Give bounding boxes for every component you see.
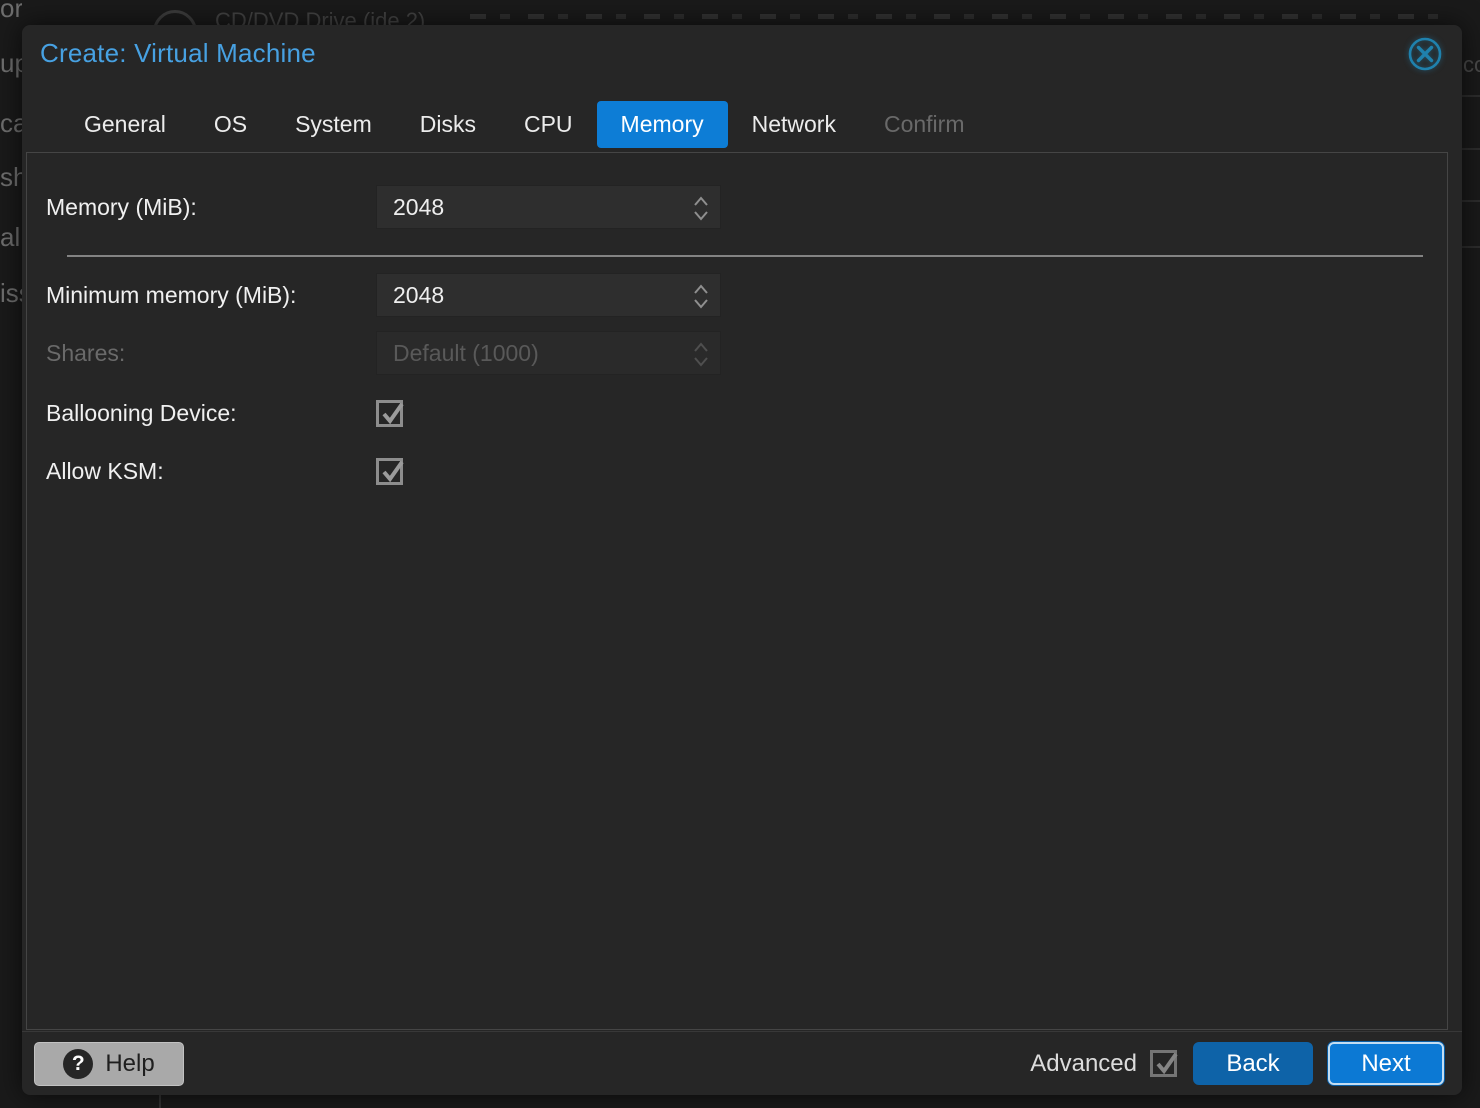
close-button[interactable]	[1406, 36, 1444, 74]
memory-input[interactable]: 2048	[376, 185, 721, 229]
background-dim-text	[470, 14, 1450, 19]
background-fragment: iss	[0, 278, 22, 309]
min-memory-row: Minimum memory (MiB): 2048	[46, 273, 1447, 317]
min-memory-label: Minimum memory (MiB):	[46, 282, 376, 309]
memory-form-panel: Memory (MiB): 2048 Minimum memory (MiB):…	[26, 152, 1448, 1030]
advanced-label: Advanced	[1030, 1050, 1137, 1078]
tab-os[interactable]: OS	[190, 101, 271, 148]
min-memory-spinner[interactable]	[686, 274, 716, 318]
tab-system[interactable]: System	[271, 101, 396, 148]
spin-down-icon	[693, 298, 709, 309]
memory-label: Memory (MiB):	[46, 194, 376, 221]
background-right-edge: co	[1462, 0, 1480, 1108]
ballooning-row: Ballooning Device:	[46, 399, 1447, 427]
help-button-label: Help	[105, 1050, 154, 1078]
min-memory-value: 2048	[377, 282, 444, 309]
background-fragment: up	[0, 48, 22, 79]
tab-memory[interactable]: Memory	[597, 101, 728, 148]
check-icon	[1154, 1051, 1180, 1077]
dialog-footer: ? Help Advanced Back Next	[22, 1031, 1462, 1095]
memory-value: 2048	[377, 194, 444, 221]
section-divider	[67, 255, 1423, 257]
advanced-checkbox[interactable]	[1150, 1050, 1177, 1077]
background-top-row: CD/DVD Drive (ide 2)	[0, 0, 1480, 25]
tab-confirm: Confirm	[860, 101, 989, 148]
ballooning-label: Ballooning Device:	[46, 400, 376, 427]
background-divider	[159, 1095, 161, 1108]
close-icon	[1406, 35, 1444, 76]
ksm-label: Allow KSM:	[46, 458, 376, 485]
background-left-edge: or up ca sh all iss	[0, 0, 22, 1108]
spin-up-icon	[693, 196, 709, 207]
tab-disks[interactable]: Disks	[396, 101, 500, 148]
help-button[interactable]: ? Help	[34, 1042, 184, 1086]
spin-down-icon	[693, 356, 709, 367]
wizard-tabs: General OS System Disks CPU Memory Netwo…	[22, 100, 1462, 148]
dialog-title: Create: Virtual Machine	[40, 38, 1444, 69]
background-fragment: sh	[0, 162, 22, 193]
memory-row: Memory (MiB): 2048	[46, 185, 1447, 229]
spin-up-icon	[693, 284, 709, 295]
spin-up-icon	[693, 342, 709, 353]
check-icon	[380, 459, 406, 485]
shares-value: Default (1000)	[377, 340, 539, 367]
ksm-checkbox[interactable]	[376, 458, 403, 485]
help-icon: ?	[63, 1049, 93, 1079]
background-fragment: co	[1463, 52, 1480, 78]
shares-spinner	[686, 332, 716, 376]
tab-general[interactable]: General	[60, 101, 190, 148]
ksm-row: Allow KSM:	[46, 457, 1447, 485]
shares-input: Default (1000)	[376, 331, 721, 375]
background-fragment: or	[0, 0, 22, 24]
background-fragment: all	[0, 222, 22, 253]
ballooning-checkbox[interactable]	[376, 400, 403, 427]
next-button[interactable]: Next	[1328, 1042, 1444, 1085]
tab-network[interactable]: Network	[728, 101, 860, 148]
min-memory-input[interactable]: 2048	[376, 273, 721, 317]
shares-label: Shares:	[46, 340, 376, 367]
background-cdrom-label: CD/DVD Drive (ide 2)	[215, 8, 425, 25]
spin-down-icon	[693, 210, 709, 221]
tab-cpu[interactable]: CPU	[500, 101, 597, 148]
memory-spinner[interactable]	[686, 186, 716, 230]
background-fragment: ca	[0, 108, 22, 139]
shares-row: Shares: Default (1000)	[46, 331, 1447, 375]
create-vm-dialog: Create: Virtual Machine General OS Syste…	[22, 25, 1462, 1095]
dialog-header: Create: Virtual Machine	[22, 25, 1462, 100]
cdrom-disc-icon	[153, 10, 197, 25]
check-icon	[380, 401, 406, 427]
back-button[interactable]: Back	[1193, 1042, 1313, 1085]
